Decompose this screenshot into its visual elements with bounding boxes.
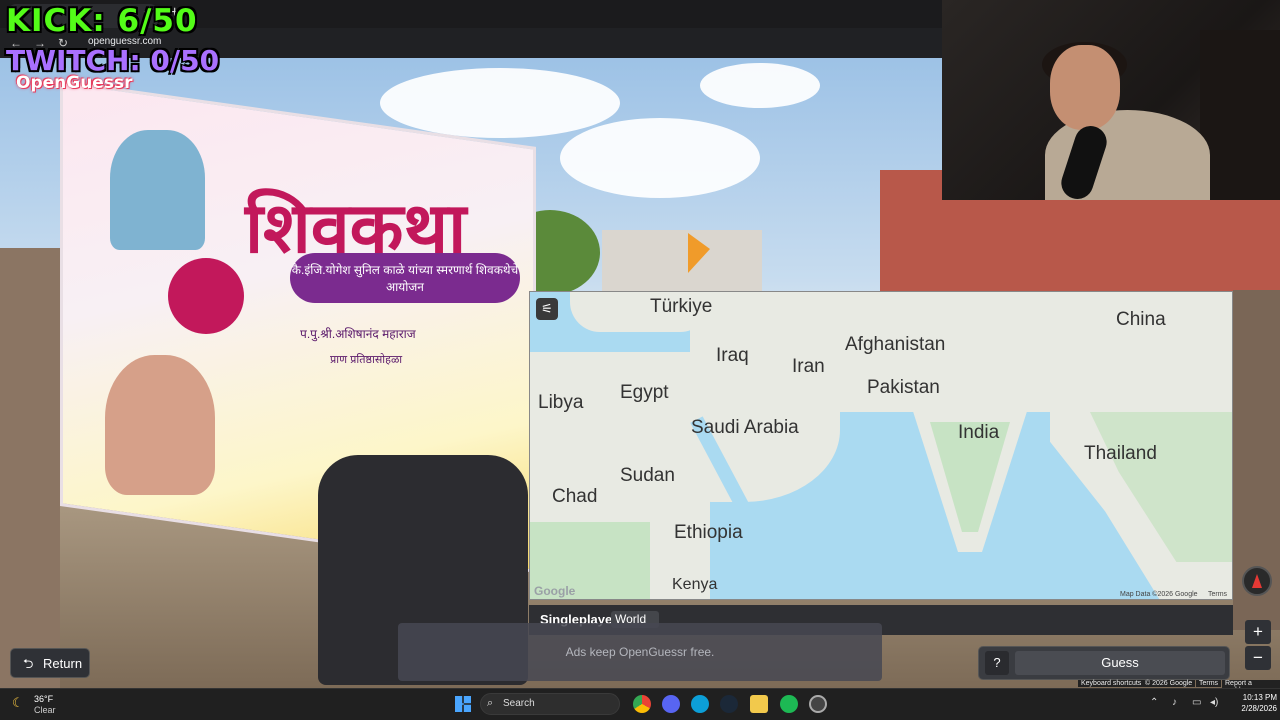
map-terms-link[interactable]: Terms	[1208, 591, 1227, 598]
map-label: Ethiopia	[674, 522, 743, 543]
return-label: Return	[43, 656, 83, 671]
zoom-out-button[interactable]: −	[1245, 646, 1271, 670]
chevron-up-icon[interactable]: ⌃	[1150, 697, 1158, 708]
steam-icon[interactable]	[720, 695, 738, 713]
weather-temp: 36°F	[34, 694, 54, 704]
copyright-text: © 2026 Google	[1142, 680, 1196, 687]
moon-icon[interactable]: ☾	[12, 695, 24, 711]
mic-icon[interactable]: ♪	[1172, 697, 1177, 708]
map-label: Iraq	[716, 345, 749, 366]
return-arrow-icon: ⮌	[23, 656, 34, 671]
clock-time[interactable]: 10:13 PM	[1235, 693, 1277, 702]
edge-icon[interactable]	[691, 695, 709, 713]
folder-icon[interactable]	[750, 695, 768, 713]
zoom-in-button[interactable]: +	[1245, 620, 1271, 644]
guess-button[interactable]: Guess	[1015, 651, 1225, 675]
search-label: Search	[503, 698, 535, 709]
taskbar-search[interactable]	[480, 693, 620, 715]
wall	[0, 248, 60, 688]
return-button[interactable]: ⮌ Return	[10, 648, 90, 678]
map-label: Egypt	[620, 382, 669, 403]
map-label: Afghanistan	[845, 334, 946, 355]
map-label: Thailand	[1084, 443, 1157, 464]
kick-counter: KICK: 6/50	[6, 3, 198, 39]
banner-portrait	[105, 355, 215, 495]
banner-text: प्राण प्रतिष्ठासोहळा	[330, 354, 403, 366]
map-label: Kenya	[672, 576, 718, 593]
map-label: Iran	[792, 356, 825, 377]
map-settings-icon[interactable]: ⚟	[536, 298, 558, 320]
help-button[interactable]: ?	[985, 651, 1009, 675]
cloud	[700, 63, 820, 108]
banner-deity-image	[110, 130, 205, 250]
search-icon: ⌕	[487, 697, 494, 709]
map-label: Sudan	[620, 465, 675, 486]
map-label: Türkiye	[650, 296, 713, 317]
volume-icon[interactable]: ◂)	[1210, 697, 1218, 708]
map-label: Saudi Arabia	[691, 417, 799, 438]
keyboard-shortcuts-link[interactable]: Keyboard shortcuts	[1078, 680, 1145, 687]
google-logo: Google	[534, 584, 576, 598]
map-label: Pakistan	[867, 377, 940, 398]
banner-text: प.पु.श्री.अशिषानंद महाराज	[300, 327, 416, 341]
map-attribution: Map Data ©2026 Google	[1120, 591, 1198, 598]
weather-desc: Clear	[34, 705, 56, 715]
building	[602, 230, 762, 292]
map-label: Chad	[552, 486, 598, 507]
discord-icon[interactable]	[662, 695, 680, 713]
webcam-shelf	[1200, 30, 1280, 200]
banner-circle	[168, 258, 244, 334]
cloud	[560, 118, 760, 198]
ad-text: Ads keep OpenGuessr free.	[565, 645, 715, 659]
network-icon[interactable]: ▭	[1192, 697, 1201, 708]
clock-date[interactable]: 2/28/2026	[1225, 704, 1277, 713]
spotify-icon[interactable]	[780, 695, 798, 713]
chrome-icon[interactable]	[633, 695, 651, 713]
openguessr-logo: OpenGuessr	[16, 73, 133, 93]
map-label: Libya	[538, 392, 584, 413]
streamer-face	[1050, 45, 1120, 130]
cloud	[380, 68, 620, 138]
terms-link[interactable]: Terms	[1196, 680, 1222, 687]
map-label: India	[958, 422, 1000, 443]
map-label: China	[1116, 309, 1166, 330]
obs-icon[interactable]	[809, 695, 827, 713]
banner-subtitle: कै.इंजि.योगेश सुनिल काळे यांच्या स्मरणार…	[290, 253, 520, 303]
